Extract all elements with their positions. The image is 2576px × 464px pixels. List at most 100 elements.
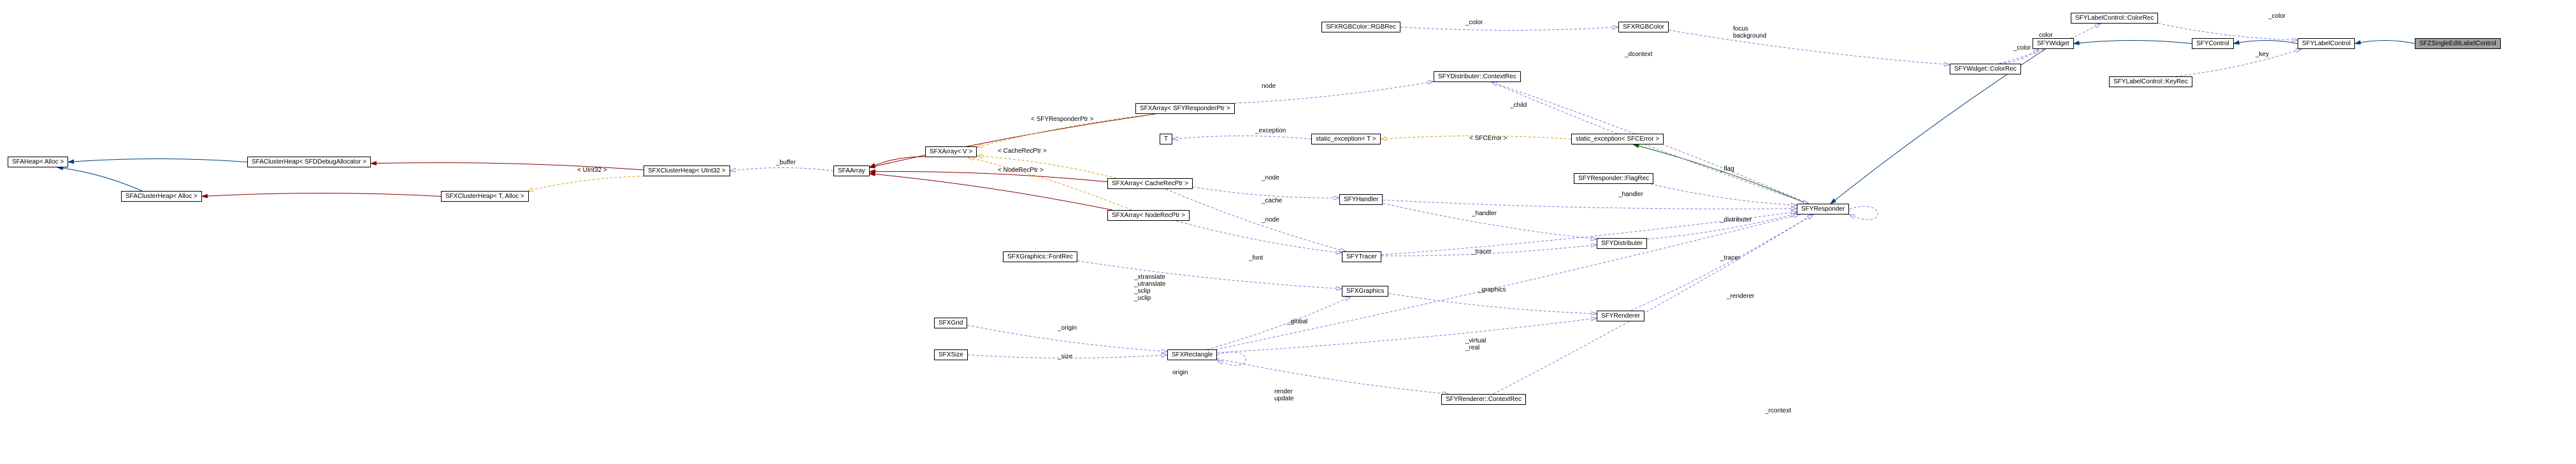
edge-label: _buffer	[776, 159, 796, 166]
edge	[1400, 27, 1618, 31]
edge-label: _xtranslate_utranslate_sclip_uclip	[1134, 274, 1165, 302]
edge	[870, 114, 1156, 167]
edge	[1383, 200, 1797, 209]
class-box-sfyresponder_flagrec[interactable]: SFYResponder::FlagRec	[1574, 173, 1653, 184]
edge-label: _key	[2256, 51, 2269, 58]
edge	[202, 193, 441, 197]
edge-label: _color	[2013, 45, 2031, 52]
class-box-sfyrenderer_contextrec[interactable]: SFYRenderer::ContextRec	[1441, 394, 1526, 405]
class-box-sfxclusterheap_t_alloc[interactable]: SFXClusterHeap< T, Alloc >	[441, 191, 529, 202]
class-box-sfxgraphics[interactable]: SFXGraphics	[1342, 286, 1388, 297]
edge-label: _size	[1058, 353, 1072, 360]
edge-label: _cache	[1262, 197, 1282, 204]
edge-label: _dcontext	[1625, 51, 1652, 58]
class-box-sfywidget_colorrec[interactable]: SFYWidget::ColorRec	[1950, 64, 2021, 74]
class-box-sfylabelcontrol_colorrec[interactable]: SFYLabelControl::ColorRec	[2071, 13, 2158, 24]
edge	[1651, 184, 1797, 205]
class-box-static_exception_sfce[interactable]: static_exception< SFCError >	[1571, 134, 1664, 144]
class-collaboration-diagram: SFZSingleEditLabelControl SFYLabelControl…	[0, 0, 2576, 464]
class-box-sfaheap_alloc[interactable]: SFAHeap< Alloc >	[8, 157, 68, 167]
edge	[1077, 261, 1342, 289]
edge	[1388, 293, 1597, 314]
edge-label: _origin	[1058, 325, 1077, 332]
class-box-sfxarray_cacherecptr[interactable]: SFXArray< CacheRecPtr >	[1107, 178, 1193, 189]
edge-label: _virtual_real	[1465, 337, 1486, 351]
edge	[1383, 203, 1597, 239]
edge-label: _color	[2268, 13, 2285, 20]
edge	[1669, 30, 1950, 64]
class-box-sfyresponder[interactable]: SFYResponder	[1797, 204, 1849, 214]
edge-label: color	[2039, 32, 2053, 39]
class-box-sfxgrid[interactable]: SFXGrid	[934, 318, 967, 328]
class-box-sfyresponderptr: < SFYResponderPtr >	[1027, 115, 1097, 124]
class-box-sfyrenderer[interactable]: SFYRenderer	[1597, 311, 1644, 321]
class-box-noderecptr: < NodeRecPtr >	[994, 165, 1047, 175]
class-box-sfxrgbcolor_rgbrec[interactable]: SFXRGBColor::RGBRec	[1321, 22, 1400, 32]
edge	[1176, 221, 1342, 253]
class-box-sfxarray_v[interactable]: SFXArray< V >	[925, 146, 977, 157]
class-box-sfydistributer_contextrec[interactable]: SFYDistributer::ContextRec	[1434, 71, 1521, 82]
class-box-sfxrgbcolor[interactable]: SFXRGBColor	[1618, 22, 1669, 32]
class-box-highlighted[interactable]: SFZSingleEditLabelControl	[2415, 38, 2501, 49]
edge	[1193, 187, 1339, 198]
edge-label: _node	[1262, 216, 1279, 223]
class-box-sfcerror: < SFCError >	[1465, 134, 1511, 143]
class-box-sfyhandler[interactable]: SFYHandler	[1339, 194, 1383, 205]
edge	[730, 168, 833, 171]
edge	[1172, 136, 1311, 139]
edge-label: _handler	[1618, 191, 1643, 198]
edge-label: _exception	[1255, 127, 1286, 134]
edge-label: _tracer	[1472, 248, 1492, 255]
class-box-sfxarray_noderecptr[interactable]: SFXArray< NodeRecPtr >	[1107, 210, 1190, 221]
edge	[1493, 214, 1813, 394]
class-box-sfycontrol[interactable]: SFYControl	[2192, 38, 2234, 49]
edge-label: _rcontext	[1765, 407, 1791, 414]
edge-label: _graphics	[1478, 286, 1506, 293]
class-box-sfxrectangle[interactable]: SFXRectangle	[1167, 349, 1217, 360]
class-box-sfywidget[interactable]: SFYWidget	[2033, 38, 2074, 49]
edge-label: _global	[1287, 318, 1307, 325]
edge	[1217, 318, 1597, 353]
class-box-sfylabelcontrol[interactable]: SFYLabelControl	[2298, 38, 2355, 49]
edge-label: _flag	[1720, 165, 1734, 172]
edge-label: _tracer	[1720, 255, 1740, 262]
edge	[1217, 359, 1448, 394]
class-box-sfaclusterheap_alloc[interactable]: SFAClusterHeap< Alloc >	[121, 191, 202, 202]
edge-label: _color	[1465, 19, 1483, 26]
edge-label: _node	[1262, 174, 1279, 181]
edge	[2234, 41, 2298, 44]
edge	[1849, 206, 1878, 220]
class-box-cacherecptr: < CacheRecPtr >	[994, 146, 1051, 156]
class-box-sfxgraphics_fontrec[interactable]: SFXGraphics::FontRec	[1003, 251, 1077, 262]
class-box-sfaarray[interactable]: SFAArray	[833, 165, 870, 176]
class-box-sfaclusterheap_debugalloc[interactable]: SFAClusterHeap< SFDDebugAllocator >	[247, 157, 371, 167]
edge	[1166, 189, 1346, 251]
edge-label: _distributer	[1720, 216, 1752, 223]
edge	[1207, 297, 1350, 349]
class-box-static_exception_T[interactable]: static_exception< T >	[1311, 134, 1381, 144]
edge-label: _font	[1249, 255, 1263, 262]
edge	[57, 167, 142, 191]
edge	[1216, 214, 1799, 349]
class-box-sfxclusterheap_uint32[interactable]: SFXClusterHeap< UInt32 >	[644, 165, 730, 176]
edge-label: _child	[1510, 102, 1527, 109]
class-box-sfytracer[interactable]: SFYTracer	[1342, 251, 1381, 262]
class-box-sfxarray_sfyresponderptr[interactable]: SFXArray< SFYResponderPtr >	[1135, 103, 1235, 114]
edge	[2175, 49, 2301, 76]
class-box-T[interactable]: T	[1160, 134, 1172, 144]
class-box-sfxsize[interactable]: SFXSize	[934, 349, 968, 360]
edge-label: node	[1262, 83, 1276, 90]
edge-label: _handler	[1472, 210, 1497, 217]
edge	[870, 172, 1107, 182]
class-box-sfydistributer[interactable]: SFYDistributer	[1597, 238, 1647, 249]
edge	[68, 159, 247, 162]
edge	[2355, 41, 2415, 44]
edge-label: _renderer	[1727, 293, 1754, 300]
class-box-sfylabelcontrol_keyrec[interactable]: SFYLabelControl::KeyRec	[2109, 76, 2192, 87]
class-box-uint32: < UInt32 >	[573, 165, 611, 175]
edge-label: origin	[1172, 369, 1188, 376]
edge	[1634, 144, 1808, 204]
edge-label: renderupdate	[1274, 388, 1294, 402]
edge	[528, 176, 644, 191]
edge-label: focusbackground	[1733, 25, 1766, 39]
